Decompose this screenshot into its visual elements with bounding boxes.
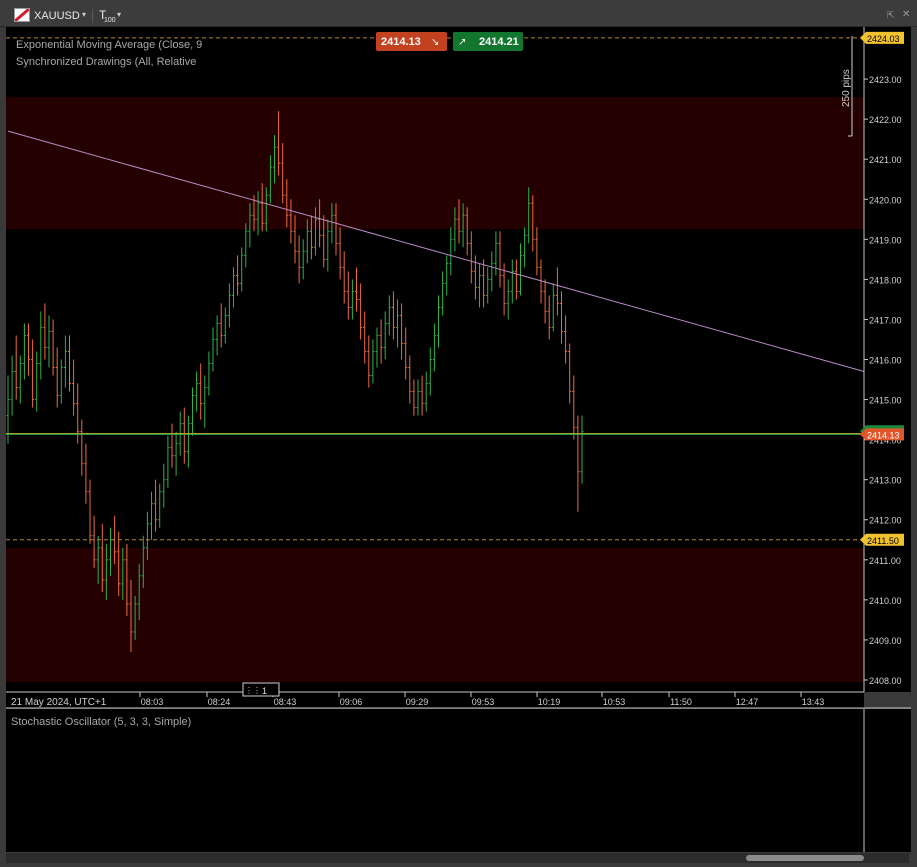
pips-measure-label: 250 pips — [841, 69, 852, 107]
price-tick-label: 2408.00 — [869, 676, 902, 686]
bar-marker[interactable]: ⋮⋮ 1 — [242, 682, 280, 697]
time-tick-label: 09:06 — [340, 697, 363, 707]
horizontal-scrollbar[interactable] — [6, 853, 909, 863]
price-tick-label: 2411.00 — [869, 556, 901, 566]
time-tick-label: 10:19 — [538, 697, 561, 707]
scrollbar-thumb[interactable] — [746, 855, 864, 861]
price-tick-label: 2416.00 — [869, 356, 902, 366]
time-tick-label: 10:53 — [603, 697, 626, 707]
sync-drawings-label[interactable]: Synchronized Drawings (All, Relative — [16, 56, 196, 68]
price-tick-label: 2420.00 — [869, 195, 902, 205]
time-tick-label: 13:43 — [802, 697, 825, 707]
price-tick-label: 2423.00 — [869, 75, 902, 85]
price-tick-label: 2419.00 — [869, 235, 902, 245]
lower-level-badge-label: 2411.50 — [867, 536, 899, 546]
price-tick-label: 2410.00 — [869, 596, 902, 606]
time-tick-label: 09:53 — [472, 697, 495, 707]
sell-button[interactable]: 2414.13 ↘ — [376, 32, 447, 51]
price-tick-label: 2417.00 — [869, 315, 902, 325]
time-tick-label: 09:29 — [406, 697, 429, 707]
time-tick-label: 08:43 — [274, 697, 297, 707]
price-tick-label: 2415.00 — [869, 396, 902, 406]
price-tick-label: 2409.00 — [869, 636, 902, 646]
time-axis-date-label: 21 May 2024, UTC+1 — [11, 697, 107, 708]
time-tick-label: 08:03 — [141, 697, 164, 707]
price-tick-label: 2412.00 — [869, 516, 902, 526]
chart-window: XAUUSD ▾ T 100 ▾ ⇱ ✕ Exponential Moving … — [0, 0, 917, 867]
chart-area[interactable]: Exponential Moving Average (Close, 9 Syn… — [0, 0, 917, 867]
ema-indicator-label[interactable]: Exponential Moving Average (Close, 9 — [16, 39, 202, 51]
buy-button[interactable]: ↗ 2414.21 — [453, 32, 523, 51]
time-tick-label: 11:50 — [670, 697, 692, 707]
bar-marker-label: 1 — [262, 686, 267, 696]
stochastic-pane[interactable] — [6, 709, 911, 852]
bid-badge-label: 2414.13 — [867, 430, 900, 440]
price-tick-label: 2418.00 — [869, 275, 902, 285]
price-tick-label: 2422.00 — [869, 115, 902, 125]
sell-price: 2414.13 — [381, 36, 421, 48]
time-tick-label: 12:47 — [736, 697, 759, 707]
upper-level-badge-label: 2424.03 — [867, 34, 900, 44]
price-tick-label: 2413.00 — [869, 476, 902, 486]
bar-marker-grip-icon: ⋮⋮ — [245, 686, 261, 695]
zone-upper — [6, 97, 864, 230]
stochastic-indicator-label[interactable]: Stochastic Oscillator (5, 3, 3, Simple) — [11, 716, 191, 728]
price-tick-label: 2421.00 — [869, 155, 902, 165]
time-tick-label: 08:24 — [208, 697, 231, 707]
buy-arrow-icon: ↗ — [458, 37, 466, 48]
sell-arrow-icon: ↘ — [431, 37, 439, 48]
buy-price: 2414.21 — [479, 36, 519, 48]
